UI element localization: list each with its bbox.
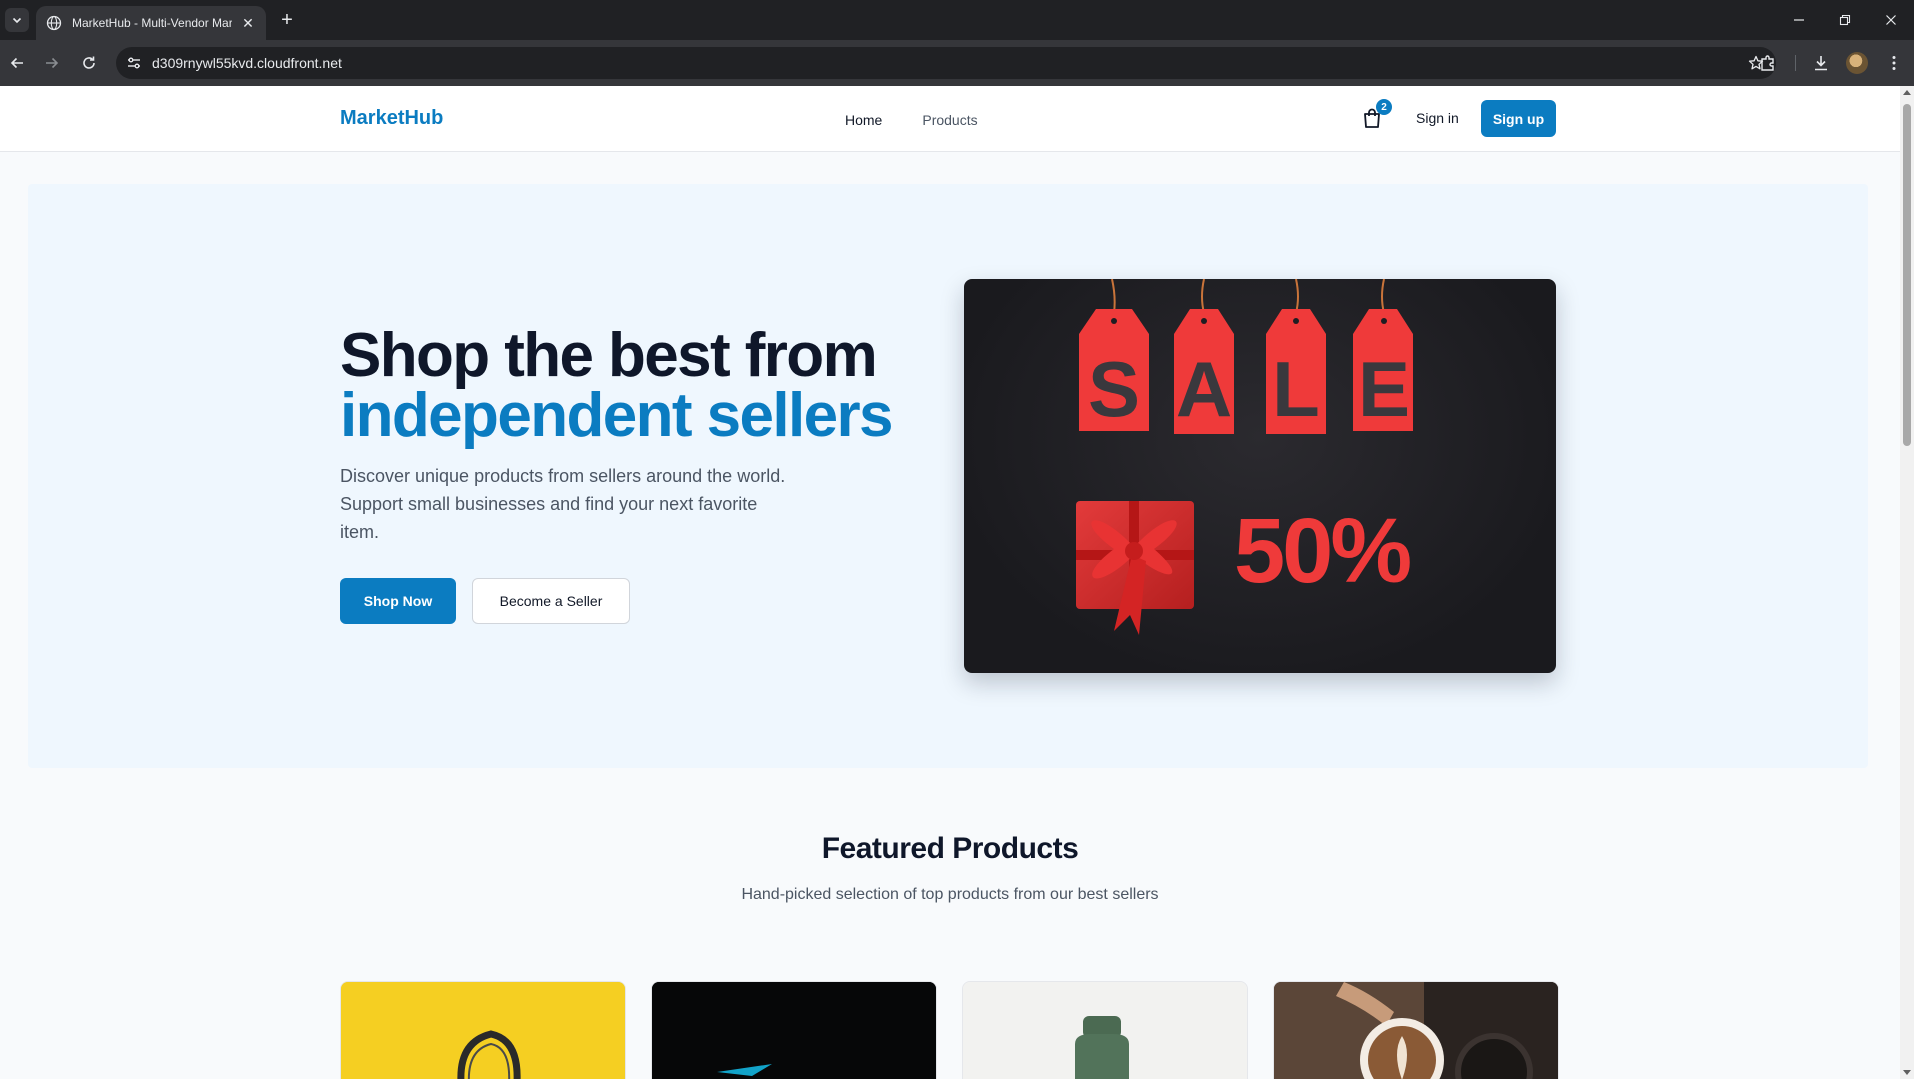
tag-letter: A: [1176, 345, 1232, 433]
bottle-thumbnail: [963, 982, 1247, 1079]
featured-products-subtitle: Hand-picked selection of top products fr…: [741, 886, 1159, 903]
reload-button[interactable]: [77, 51, 101, 75]
hero-title: Shop the best from independent sellers: [340, 325, 893, 450]
download-icon: [1815, 56, 1827, 71]
browser-tabstrip: MarketHub - Multi-Vendor Marketplace ✕ +: [0, 0, 1914, 40]
site-info-button[interactable]: [118, 47, 150, 79]
product-card[interactable]: [1273, 981, 1559, 1079]
product-card[interactable]: [340, 981, 626, 1079]
dark-product-thumbnail: [652, 982, 936, 1079]
sign-in-link[interactable]: Sign in: [1416, 110, 1459, 126]
tune-icon: [128, 57, 140, 69]
arrow-left-icon: [10, 57, 23, 69]
hero-sale-image: S A L E 50%: [964, 279, 1556, 673]
arrow-right-icon: [46, 57, 59, 69]
page-scrollbar[interactable]: [1900, 86, 1914, 1079]
shop-now-button[interactable]: Shop Now: [340, 578, 456, 624]
puzzle-icon: [1761, 55, 1774, 71]
product-card[interactable]: [651, 981, 937, 1079]
featured-products-title: Featured Products: [821, 832, 1079, 865]
reload-icon: [83, 56, 95, 69]
become-seller-button[interactable]: Become a Seller: [472, 578, 630, 624]
tag-letter: E: [1358, 345, 1410, 433]
discount-text: 50%: [1234, 500, 1410, 602]
tag-letter: L: [1272, 345, 1320, 433]
product-card[interactable]: [962, 981, 1248, 1079]
tab-title: MarketHub - Multi-Vendor Marketplace: [72, 16, 232, 30]
scrollbar-thumb[interactable]: [1903, 104, 1911, 446]
close-icon: [1886, 15, 1896, 25]
cart-count-badge: 2: [1376, 99, 1392, 115]
forward-button[interactable]: [40, 51, 64, 75]
hero-title-line2: independent sellers: [340, 381, 893, 450]
sale-illustration: S A L E 50%: [1076, 279, 1413, 635]
more-vertical-icon: [1892, 56, 1896, 70]
gift-icon: [1076, 501, 1194, 635]
scroll-down-arrow[interactable]: [1903, 1070, 1911, 1075]
nav-link-products[interactable]: Products: [922, 112, 977, 128]
tag-letter: S: [1088, 345, 1140, 433]
close-tab-icon[interactable]: ✕: [240, 15, 256, 32]
browser-tab-active[interactable]: MarketHub - Multi-Vendor Marketplace ✕: [36, 6, 266, 40]
chevron-down-icon: [12, 17, 22, 24]
sign-up-button[interactable]: Sign up: [1481, 100, 1556, 137]
downloads-button[interactable]: [1809, 51, 1833, 75]
minimize-button[interactable]: [1776, 0, 1822, 40]
address-bar[interactable]: d309rnywl55kvd.cloudfront.net: [116, 47, 1776, 79]
hero-subtitle: Discover unique products from sellers ar…: [340, 466, 786, 542]
browser-menu-button[interactable]: [1882, 51, 1906, 75]
page-viewport: MarketHub Home Products 2 Sign in Sign u…: [0, 86, 1914, 1079]
toolbar-separator: [1795, 55, 1796, 71]
profile-avatar[interactable]: [1846, 52, 1868, 74]
globe-icon: [46, 15, 62, 31]
close-window-button[interactable]: [1868, 0, 1914, 40]
hero-section: [28, 184, 1868, 768]
restore-icon: [1839, 14, 1851, 26]
coffee-thumbnail: [1274, 982, 1558, 1079]
url-text: d309rnywl55kvd.cloudfront.net: [152, 55, 342, 71]
restore-button[interactable]: [1822, 0, 1868, 40]
nav-link-home[interactable]: Home: [845, 112, 882, 128]
site-logo[interactable]: MarketHub: [340, 107, 443, 130]
scroll-up-arrow[interactable]: [1903, 90, 1911, 95]
minimize-icon: [1794, 19, 1804, 21]
site-header: MarketHub Home Products 2 Sign in Sign u…: [0, 86, 1900, 152]
new-tab-button[interactable]: +: [276, 9, 298, 31]
browser-toolbar: d309rnywl55kvd.cloudfront.net: [0, 40, 1914, 86]
headphones-thumbnail: [341, 982, 625, 1079]
extensions-button[interactable]: [1756, 51, 1780, 75]
main-nav: Home Products: [845, 112, 978, 128]
back-button[interactable]: [5, 51, 29, 75]
tab-search-button[interactable]: [5, 8, 29, 32]
hero-title-line1: Shop the best from: [340, 321, 878, 390]
